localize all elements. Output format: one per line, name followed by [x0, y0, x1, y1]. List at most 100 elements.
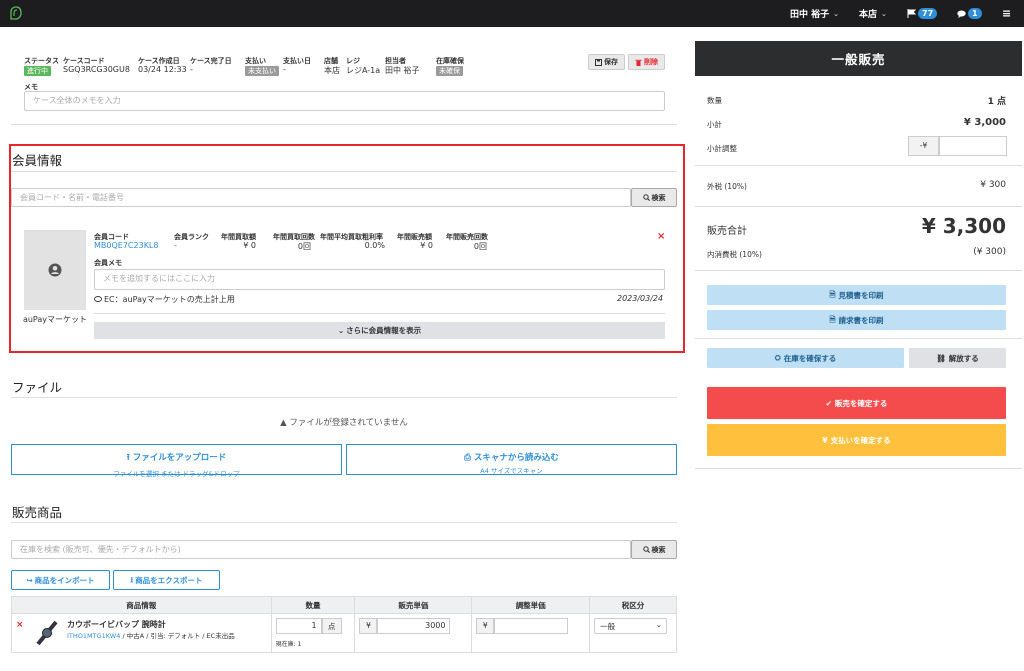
staff-value: 田中 裕子: [385, 66, 420, 75]
check-icon: ✔: [825, 398, 832, 408]
print-invoice-button[interactable]: 🗎 請求書を印刷: [707, 310, 1006, 330]
stock-label: 在庫確保: [436, 57, 464, 65]
divider: [695, 270, 1022, 271]
print-estimate-label: 見積書を印刷: [838, 290, 884, 300]
tax-cell: 一般 ⌄: [589, 613, 677, 653]
subtotal-adjust-input[interactable]: [939, 136, 1007, 156]
import-products-button[interactable]: ↪ 商品をインポート: [11, 570, 110, 590]
stock-badge: 未確保: [436, 66, 463, 76]
hamburger-menu-icon[interactable]: ≡: [1002, 0, 1011, 27]
product-meta: / 中古A / 引当: デフォルト / EC未出品: [122, 632, 235, 640]
current-stock: 現在庫: 1: [275, 641, 302, 648]
download-icon: ⭳: [130, 574, 134, 584]
delete-button[interactable]: 削除: [628, 54, 665, 70]
file-pdf-icon: 🗎: [829, 289, 836, 299]
column-header: 数量: [270, 596, 356, 614]
upload-sub: ファイルを選択 または ドラッグ&ドロップ: [113, 470, 240, 478]
member-note-date: 2023/03/24: [617, 294, 664, 303]
upload-file-button[interactable]: ⭱ ファイルをアップロード ファイルを選択 または ドラッグ&ドロップ: [11, 444, 342, 478]
member-search-button[interactable]: 検索: [631, 188, 677, 207]
divider: [695, 165, 1022, 166]
product-code-link[interactable]: ITHO1MTG1KW4: [67, 632, 120, 640]
chat-icon: [957, 10, 966, 18]
created-value: 03/24 12:33: [138, 65, 187, 74]
chat-notifications[interactable]: 1: [957, 0, 982, 27]
member-section-title: 会員情報: [12, 153, 63, 168]
reserve-stock-label: 在庫を確保する: [783, 353, 837, 363]
adjust-currency: ¥: [476, 618, 495, 634]
save-button[interactable]: 保存: [588, 54, 625, 70]
product-search-input[interactable]: 在庫を検索 (販売可、優先・デフォルトから): [11, 540, 631, 559]
store-menu[interactable]: 本店 ⌄: [859, 0, 887, 27]
annual-sales-count-value: 0回: [473, 242, 487, 251]
case-memo-textarea[interactable]: ケース全体のメモを入力: [24, 91, 665, 111]
tax-select[interactable]: 一般 ⌄: [594, 618, 668, 634]
member-avatar: [24, 230, 86, 310]
member-search-input[interactable]: 会員コード・名前・電話番号: [11, 188, 631, 207]
user-name: 田中 裕子: [790, 10, 830, 20]
upload-icon: ⭱: [126, 453, 130, 463]
member-note: EC：auPayマーケットの売上計上用: [94, 294, 235, 305]
product-search-label: 検索: [651, 545, 666, 554]
top-navbar: 田中 裕子 ⌄ 本店 ⌄ 77 1 ≡: [0, 0, 1024, 27]
app-logo-icon[interactable]: [10, 5, 22, 24]
products-table: 商品情報 数量 販売単価 調整単価 税区分 × カウボーイビバップ 腕時計 IT…: [11, 596, 677, 653]
user-menu[interactable]: 田中 裕子 ⌄: [790, 0, 839, 27]
product-search-button[interactable]: 検索: [631, 540, 677, 559]
flag-notifications[interactable]: 77: [907, 0, 938, 27]
cubes-icon: ⛭: [774, 353, 781, 362]
product-thumbnail: [32, 618, 62, 648]
divider: [11, 124, 677, 125]
register-value: レジA-1a: [346, 66, 381, 75]
files-section-title: ファイル: [12, 380, 63, 395]
qty-cell: 1 点 現在庫: 1: [270, 613, 356, 653]
completed-label: ケース完了日: [190, 57, 232, 65]
price-cell: ¥ 3000: [354, 613, 473, 653]
member-rank-label: 会員ランク: [174, 233, 209, 241]
member-code-link[interactable]: MB0QE7C23KL8: [94, 241, 158, 250]
divider: [94, 313, 665, 314]
confirm-payment-button[interactable]: ¥ 支払いを確定する: [707, 424, 1006, 456]
case-code-value: SGQ3RCG30GU8: [63, 65, 130, 74]
adjust-prefix: -¥: [908, 136, 939, 156]
confirm-sale-button[interactable]: ✔ 販売を確定する: [707, 387, 1006, 419]
member-memo-label: 会員メモ: [94, 259, 122, 267]
qty-unit: 点: [321, 618, 342, 634]
subtotal-label: 小計: [707, 120, 722, 129]
inner-tax-value: (¥ 300): [973, 247, 1006, 257]
total-value: ¥ 3,300: [921, 214, 1006, 238]
save-icon: [595, 58, 602, 66]
printer-icon: ⎙: [464, 453, 471, 463]
tax-value: ¥ 300: [980, 180, 1006, 190]
export-products-button[interactable]: ⭳ 商品をエクスポート: [113, 570, 220, 590]
payment-date-label: 支払い日: [283, 57, 311, 65]
flag-count-badge: 77: [918, 8, 938, 19]
table-row: × カウボーイビバップ 腕時計 ITHO1MTG1KW4 / 中古A / 引当:…: [11, 613, 677, 653]
product-name: カウボーイビバップ 腕時計: [67, 620, 166, 629]
store-value: 本店: [324, 66, 340, 75]
member-memo-textarea[interactable]: メモを追加するにはここに入力: [94, 269, 665, 290]
chevron-down-icon: ⌄: [881, 9, 887, 18]
print-estimate-button[interactable]: 🗎 見積書を印刷: [707, 285, 1006, 305]
annual-buy-value: ¥ 0: [243, 241, 256, 250]
price-input[interactable]: 3000: [377, 618, 451, 634]
remove-row-icon[interactable]: ×: [16, 620, 24, 630]
inner-tax-label: 内消費税 (10%): [707, 250, 762, 259]
release-button[interactable]: ⛓ 解放する: [909, 348, 1006, 368]
files-empty-text: ファイルが登録されていません: [289, 418, 408, 428]
adjust-price-input[interactable]: [494, 618, 569, 634]
upload-title: ファイルをアップロード: [132, 453, 227, 463]
scan-button[interactable]: ⎙ スキャナから読み込む A4 サイズでスキャン: [346, 444, 677, 475]
reserve-stock-button[interactable]: ⛭ 在庫を確保する: [707, 348, 904, 368]
qty-input[interactable]: 1: [275, 618, 322, 634]
payment-badge: 未支払い: [245, 66, 279, 76]
chevron-down-icon: ⌄: [655, 620, 663, 629]
remove-member-icon[interactable]: ×: [657, 231, 665, 242]
divider: [695, 468, 1022, 469]
annual-buy-count-value: 0回: [297, 242, 311, 251]
export-label: 商品をエクスポート: [135, 575, 203, 585]
payment-date-value: -: [283, 65, 286, 74]
show-more-member-button[interactable]: ⌄ さらに会員情報を表示: [94, 322, 665, 339]
payment-label: 支払い: [245, 57, 266, 65]
member-name: auPayマーケット: [22, 315, 88, 324]
